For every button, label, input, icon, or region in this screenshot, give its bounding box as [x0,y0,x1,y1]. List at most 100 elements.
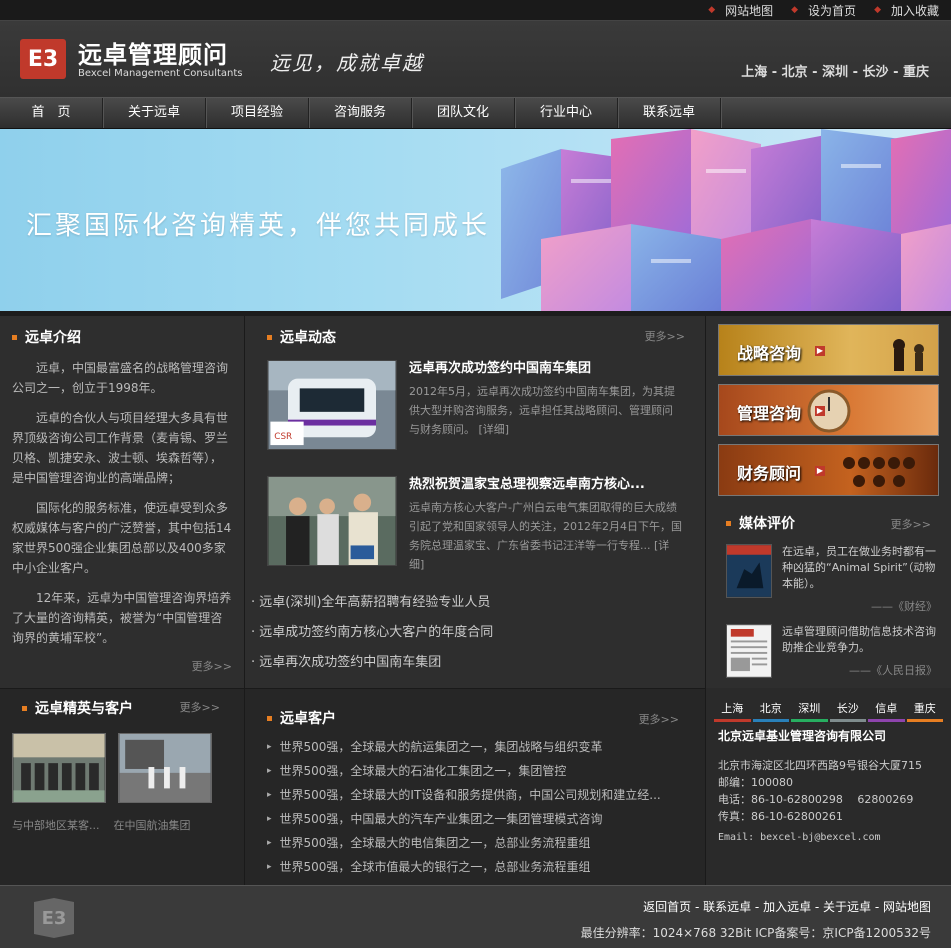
client-text: 世界500强，中国最大的汽车产业集团之一集团管理模式咨询 [279,812,603,826]
arrow-right-icon: ▶ [815,346,825,356]
arrow-bullet-icon: ▸ [267,742,272,752]
client-item[interactable]: ▸ 世界500强，中国最大的汽车产业集团之一集团管理模式咨询 [267,807,683,831]
main-content: 远卓介绍 远卓，中国最富盛名的战略管理咨询公司之一，创立于1998年。 远卓的合… [0,316,951,688]
city-tabs: 上海 北京 深圳 长沙 信卓 重庆 [714,700,943,722]
intro-paragraph: 远卓的合伙人与项目经理大多具有世界顶级咨询公司工作背景（麦肯锡、罗兰贝格、凯捷安… [12,411,229,485]
tab-xinzhuo[interactable]: 信卓 [868,700,905,722]
contact-address: 北京市海淀区北四环西路9号银谷大厦715 [718,759,922,772]
intro-more-link[interactable]: 更多>> [192,658,232,674]
square-bullet-icon [267,334,272,340]
media-source: ——《财经》 [871,600,937,613]
footer-links[interactable]: 返回首页 - 联系远卓 - 加入远卓 - 关于远卓 - 网站地图 [643,898,931,915]
elite-title: 远卓精英与客户 [35,701,133,717]
service-label: 财务顾问 [737,464,802,483]
nav-contact[interactable]: 联系远卓 [618,98,721,128]
nav-home[interactable]: 首 页 [0,98,103,128]
train-photo[interactable]: CSR [267,360,397,450]
service-management-button[interactable]: 管理咨询 ▶ [718,384,939,436]
nav-about[interactable]: 关于远卓 [103,98,206,128]
visit-photo[interactable] [267,476,397,566]
contact-phone: 电话：86-10-62800298 62800269 [718,793,914,806]
tab-chongqing[interactable]: 重庆 [906,700,943,722]
arrow-bullet-icon: ▸ [267,838,272,848]
service-strategy-button[interactable]: 战略咨询 ▶ [718,324,939,376]
client-text: 世界500强，全球市值最大的银行之一，总部业务流程重组 [279,860,591,874]
svg-text:CSR: CSR [274,432,292,442]
nav-team[interactable]: 团队文化 [412,98,515,128]
square-bullet-icon [726,520,731,526]
media-source: ——《人民日报》 [849,664,937,677]
group-photo[interactable] [12,733,106,803]
top-utility-bar: ◆ 网站地图 ◆ 设为首页 ◆ 加入收藏 [0,0,951,20]
caijing-magazine-thumb[interactable] [726,544,772,598]
square-bullet-icon [12,334,17,340]
elite-panel: 远卓精英与客户 更多>> 与中部地区某客... 在中国航油集团 [0,688,245,885]
add-favorite-link[interactable]: ◆ 加入收藏 [874,2,939,19]
site-visit-photo[interactable] [118,733,212,803]
diamond-bullet-icon: ◆ [708,5,716,15]
currency-maze-image [501,129,951,311]
clients-panel: 远卓客户 更多>> ▸ 世界500强，全球最大的航运集团之一，集团战略与组织变革 … [245,688,706,885]
client-item[interactable]: ▸ 世界500强，全球市值最大的银行之一，总部业务流程重组 [267,855,683,879]
sitemap-link[interactable]: ◆ 网站地图 [708,2,773,19]
clients-title: 远卓客户 [280,711,336,727]
secondary-content: 远卓精英与客户 更多>> 与中部地区某客... 在中国航油集团 远卓客户 更多>… [0,688,951,885]
client-text: 世界500强，全球最大的石油化工集团之一，集团管控 [279,764,567,778]
news-link-list: · 远卓(深圳)全年高薪招聘有经验专业人员 · 远卓成功签约南方核心大客户的年度… [251,588,683,678]
news-item-title[interactable]: 热烈祝贺温家宝总理视察远卓南方核心... [409,476,683,494]
news-item-title[interactable]: 远卓再次成功签约中国南车集团 [409,360,683,378]
client-item[interactable]: ▸ 世界500强，全球最大的电信集团之一，总部业务流程重组 [267,831,683,855]
hero-banner: 汇聚国际化咨询精英，伴您共同成长 [0,129,951,311]
tab-shanghai[interactable]: 上海 [714,700,751,722]
arrow-bullet-icon: ▸ [267,814,272,824]
news-link[interactable]: · 远卓成功签约南方核心大客户的年度合同 [251,618,683,648]
client-item[interactable]: ▸ 世界500强，全球最大的IT设备和服务提供商，中国公司规划和建立经... [267,783,683,807]
photo-caption[interactable]: 在中国航油集团 [114,817,191,833]
contact-company: 北京远卓基业管理咨询有限公司 [718,729,887,743]
news-more-link[interactable]: 更多>> [645,328,685,344]
diamond-bullet-icon: ◆ [874,5,881,15]
news-link-text: 远卓再次成功签约中国南车集团 [259,655,442,670]
company-name-en: Bexcel Management Consultants [78,68,243,79]
news-item: CSR 远卓再次成功签约中国南车集团 2012年5月，远卓再次成功签约中国南车集… [267,360,683,452]
service-label: 管理咨询 [737,404,802,423]
peoples-daily-thumb[interactable] [726,624,772,678]
diamond-bullet-icon: ◆ [791,5,799,15]
main-nav: 首 页 关于远卓 项目经验 咨询服务 团队文化 行业中心 联系远卓 [0,97,951,129]
media-more-link[interactable]: 更多>> [891,516,931,532]
contact-email[interactable]: Email: bexcel-bj@bexcel.com [718,829,939,846]
set-homepage-link[interactable]: ◆ 设为首页 [791,2,856,19]
square-bullet-icon [267,715,272,721]
news-link-text: 远卓成功签约南方核心大客户的年度合同 [259,625,494,640]
nav-industry[interactable]: 行业中心 [515,98,618,128]
photo-caption[interactable]: 与中部地区某客... [12,817,100,833]
news-link[interactable]: · 远卓再次成功签约中国南车集团 [251,648,683,678]
client-item[interactable]: ▸ 世界500强，全球最大的航运集团之一，集团战略与组织变革 [267,735,683,759]
tab-changsha[interactable]: 长沙 [829,700,866,722]
client-item[interactable]: ▸ 世界500强，全球最大的石油化工集团之一，集团管控 [267,759,683,783]
nav-projects[interactable]: 项目经验 [206,98,309,128]
client-text: 世界500强，全球最大的IT设备和服务提供商，中国公司规划和建立经... [279,788,661,802]
news-link[interactable]: · 远卓(深圳)全年高薪招聘有经验专业人员 [251,588,683,618]
service-finance-button[interactable]: 财务顾问 ▶ [718,444,939,496]
contact-panel: 上海 北京 深圳 长沙 信卓 重庆 北京远卓基业管理咨询有限公司 北京市海淀区北… [706,688,951,885]
news-title: 远卓动态 [280,330,336,346]
header-slogan: 远见，成就卓越 [270,51,424,75]
news-item-desc: 远卓南方核心大客户-广州白云电气集团取得的巨大成绩引起了党和国家领导人的关注，2… [409,501,682,571]
add-favorite-link-label: 加入收藏 [890,3,939,18]
tab-shenzhen[interactable]: 深圳 [791,700,828,722]
set-homepage-link-label: 设为首页 [808,3,857,18]
clients-more-link[interactable]: 更多>> [639,711,679,727]
contact-postcode: 邮编：100080 [718,776,793,789]
logo-icon[interactable]: E3 [20,39,66,79]
nav-services[interactable]: 咨询服务 [309,98,412,128]
company-name-cn[interactable]: 远卓管理顾问 [78,35,228,70]
client-text: 世界500强，全球最大的航运集团之一，集团战略与组织变革 [279,740,603,754]
client-text: 世界500强，全球最大的电信集团之一，总部业务流程重组 [279,836,591,850]
square-bullet-icon [22,705,27,711]
contact-fax: 传真：86-10-62800261 [718,810,843,823]
news-heading: 远卓动态 [267,326,683,348]
tab-beijing[interactable]: 北京 [752,700,789,722]
elite-more-link[interactable]: 更多>> [180,699,220,715]
arrow-bullet-icon: ▸ [267,862,272,872]
